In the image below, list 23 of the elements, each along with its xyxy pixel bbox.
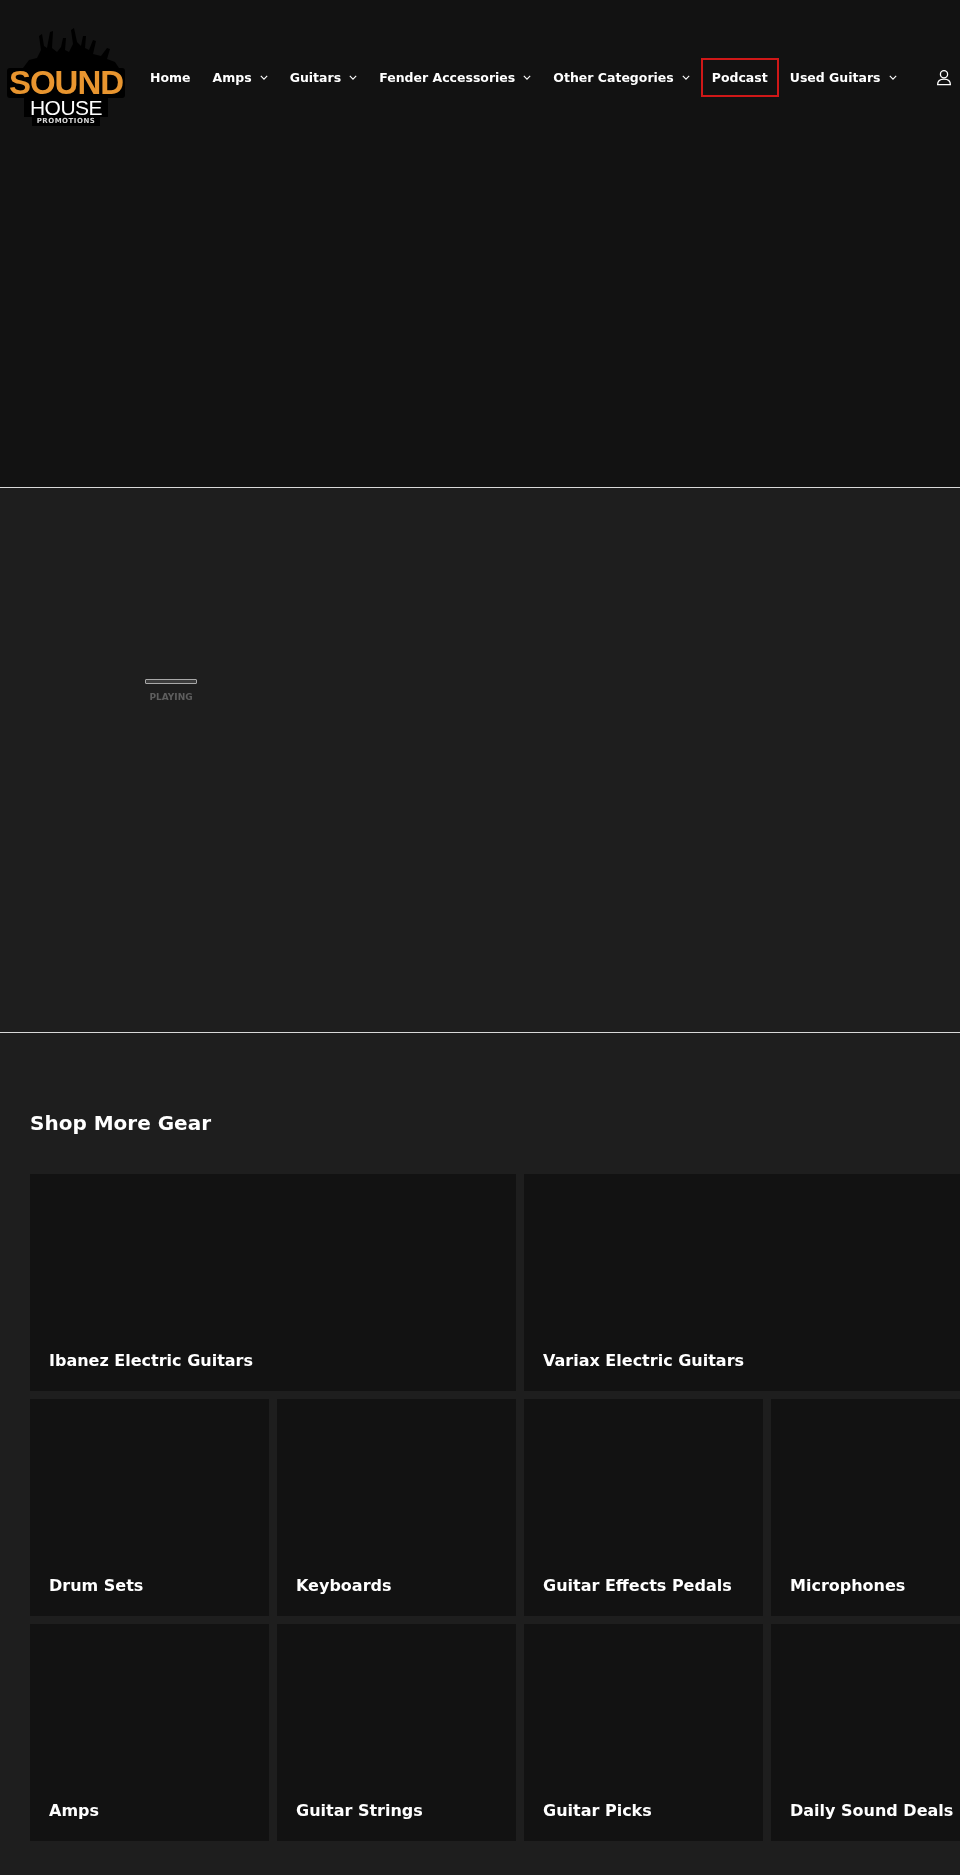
collection-card[interactable]: Guitar Strings [277,1624,516,1841]
collection-card[interactable]: Amps [30,1624,269,1841]
logo-wordmark[interactable]: SOUND [6,68,126,98]
nav-link[interactable]: Other Categories [542,57,701,97]
collection-card[interactable]: Guitar Picks [524,1624,763,1841]
nav-link[interactable]: Home [139,57,202,97]
logo-subtext[interactable]: HOUSE [23,98,109,117]
collection-card[interactable]: Guitar Effects Pedals [524,1399,763,1616]
loading-bar [145,679,197,684]
collection-card[interactable]: Keyboards [277,1399,516,1616]
section-title: Shop More Gear [30,1110,212,1136]
collection-card[interactable]: Microphones [771,1399,960,1616]
collection-card[interactable]: Ibanez Electric Guitars [30,1174,516,1391]
nav-link[interactable]: Guitars [278,57,369,97]
nav-link[interactable]: Fender Accessories [368,57,543,97]
collection-card[interactable]: Daily Sound Deals [771,1624,960,1841]
nav-link[interactable]: Podcast [700,57,779,97]
collection-card[interactable]: Drum Sets [30,1399,269,1616]
player-status: PLAYING [149,692,193,703]
nav-link[interactable]: Used Guitars [778,57,908,97]
user-icon[interactable] [936,68,952,86]
collection-card[interactable]: Variax Electric Guitars [524,1174,960,1391]
nav-link[interactable]: Amps [201,57,279,97]
